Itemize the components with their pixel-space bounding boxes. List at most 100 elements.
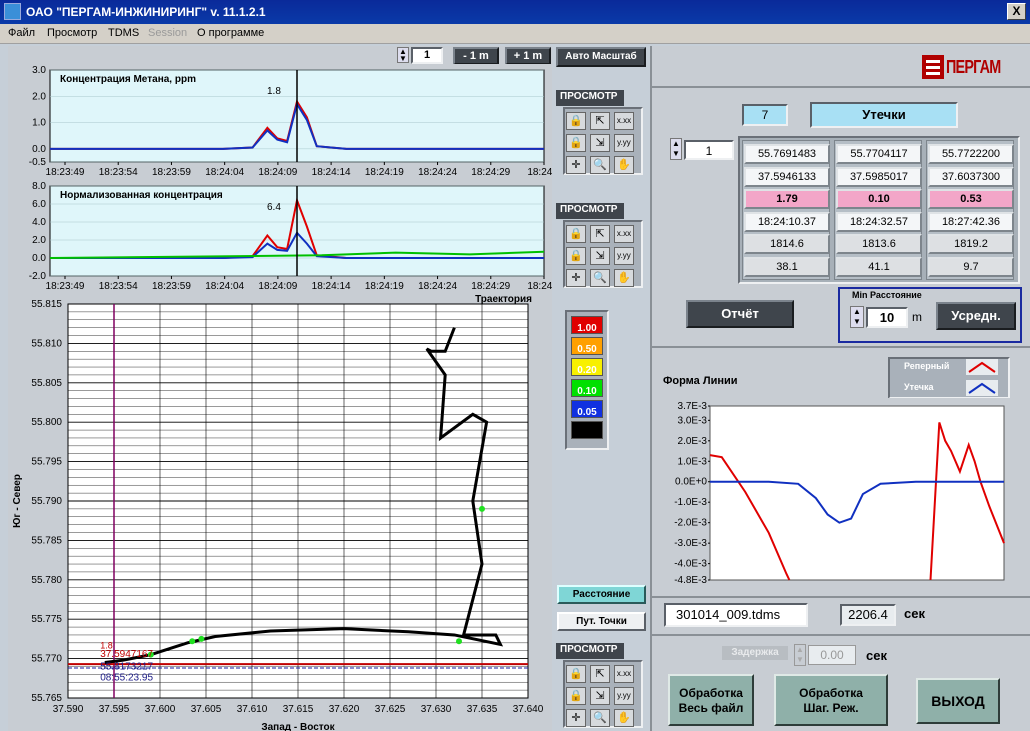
legend-swatch: 1.00: [571, 316, 603, 334]
app-icon: [4, 3, 21, 20]
waypoints-button[interactable]: Пут. Точки: [557, 612, 646, 631]
legend-leak-swatch: [966, 380, 998, 396]
file-seconds-field: 2206.4: [840, 604, 896, 626]
cursor-icon[interactable]: ✛: [566, 269, 586, 287]
y-tick-label: 55.815: [31, 299, 62, 310]
y-tick-label: 3.7E-3: [678, 401, 708, 412]
leak-lon-cell: 37.5946133: [744, 166, 830, 187]
leak-v1-cell: 1819.2: [928, 234, 1014, 254]
menu-about[interactable]: О программе: [197, 27, 264, 39]
y-tick-label: 55.780: [31, 575, 62, 586]
legend-swatch: 0.20: [571, 358, 603, 376]
legend-swatch: 0.05: [571, 400, 603, 418]
lock-y-icon[interactable]: 🔒: [566, 687, 586, 705]
pan-icon[interactable]: ✋: [614, 269, 634, 287]
min-distance-spinner[interactable]: ▲ ▼: [850, 306, 864, 328]
lock-y-icon[interactable]: 🔒: [566, 247, 586, 265]
auto-scale-button[interactable]: Авто Масштаб: [556, 47, 646, 67]
zoom-icon[interactable]: 🔍: [590, 709, 610, 727]
trajectory-chart[interactable]: 37.590 37.595 37.600 37.605 37.610 37.615 37.6…: [8, 294, 552, 731]
menu-session: Session: [148, 27, 188, 39]
x-tick-label: 18:24:19: [365, 281, 404, 292]
legend-reference-label: Реперный: [904, 361, 950, 371]
cursor-icon[interactable]: ✛: [566, 709, 586, 727]
y-tick-label: -2.0E-3: [674, 518, 707, 529]
x-tick-label: 37.635: [467, 704, 498, 715]
x-tick-label: 18:24:19: [365, 167, 404, 178]
line-form-chart[interactable]: 3.7E-3 3.0E-3 2.0E-3 1.0E-3 0.0E+0 -1.0E-3 -2.…: [660, 398, 1010, 588]
lock-x-icon[interactable]: 🔒: [566, 112, 586, 130]
min-distance-unit: m: [912, 310, 922, 324]
menu-file[interactable]: Файл: [8, 27, 35, 39]
x-tick-label: 37.615: [283, 704, 314, 715]
format-y-icon[interactable]: y.yy: [614, 247, 634, 265]
window-title: ОАО "ПЕРГАМ-ИНЖИНИРИНГ" v. 11.1.2.1: [26, 5, 266, 19]
lock-x-icon[interactable]: 🔒: [566, 225, 586, 243]
format-x-icon[interactable]: x.xx: [614, 112, 634, 130]
autoscale-x-icon[interactable]: ⇱: [590, 225, 610, 243]
leak-index-spinner[interactable]: ▲ ▼: [670, 138, 682, 160]
format-x-icon[interactable]: x.xx: [614, 665, 634, 683]
report-button[interactable]: Отчёт: [686, 300, 794, 328]
y-tick-label: 55.785: [31, 535, 62, 546]
step-spinner[interactable]: ▲ ▼: [397, 47, 409, 63]
autoscale-y-icon[interactable]: ⇲: [590, 687, 610, 705]
lock-y-icon[interactable]: 🔒: [566, 134, 586, 152]
zoom-icon[interactable]: 🔍: [590, 269, 610, 287]
format-y-icon[interactable]: y.yy: [614, 687, 634, 705]
minus-1m-button[interactable]: - 1 m: [453, 47, 499, 65]
y-tick-label: -4.8E-3: [674, 575, 707, 586]
y-tick-label: 55.805: [31, 378, 62, 389]
autoscale-y-icon[interactable]: ⇲: [590, 247, 610, 265]
y-tick-label: 0.0: [32, 144, 46, 155]
close-button[interactable]: X: [1007, 3, 1026, 20]
leak-lon-cell: 37.6037300: [928, 166, 1014, 187]
y-tick-label: 55.765: [31, 693, 62, 704]
autoscale-x-icon[interactable]: ⇱: [590, 112, 610, 130]
process-all-button[interactable]: Обработка Весь файл: [668, 674, 754, 726]
y-tick-label: 0.0: [32, 253, 46, 264]
leaks-title: Утечки: [810, 102, 958, 128]
menu-view[interactable]: Просмотр: [47, 27, 97, 39]
exit-button[interactable]: ВЫХОД: [916, 678, 1000, 724]
lock-x-icon[interactable]: 🔒: [566, 665, 586, 683]
y-tick-label: 55.810: [31, 338, 62, 349]
leak-conc-cell: 0.53: [928, 189, 1014, 209]
min-distance-input[interactable]: 10: [866, 307, 908, 328]
delay-label: Задержка: [722, 646, 788, 660]
x-tick-label: 18:24:24: [418, 281, 457, 292]
delay-unit: сек: [866, 648, 887, 663]
format-y-icon[interactable]: y.yy: [614, 134, 634, 152]
delay-input: 0.00: [808, 645, 856, 665]
x-tick-label: 37.625: [375, 704, 406, 715]
pan-icon[interactable]: ✋: [614, 709, 634, 727]
title-bar: ОАО "ПЕРГАМ-ИНЖИНИРИНГ" v. 11.1.2.1 X: [0, 0, 1030, 24]
legend-swatch: [571, 421, 603, 439]
methane-concentration-chart[interactable]: 3.0 2.0 1.0 0.0 -0.518:23:49 18:23:54 18:23:59…: [8, 64, 552, 180]
autoscale-x-icon[interactable]: ⇱: [590, 665, 610, 683]
step-input[interactable]: 1: [411, 47, 443, 64]
x-tick-label: 18:23:54: [99, 167, 138, 178]
y-tick-label: 55.790: [31, 496, 62, 507]
autoscale-y-icon[interactable]: ⇲: [590, 134, 610, 152]
y-axis-label: Юг - Север: [12, 474, 23, 528]
x-tick-label: 18:24:24: [418, 167, 457, 178]
normalized-concentration-chart[interactable]: 8.0 6.0 4.0 2.0 0.0 -2.018:23:49 18:23:54 18:23…: [8, 180, 552, 294]
cursor-icon[interactable]: ✛: [566, 156, 586, 174]
zoom-icon[interactable]: 🔍: [590, 156, 610, 174]
process-step-button[interactable]: Обработка Шаг. Реж.: [774, 674, 888, 726]
distance-button[interactable]: Расстояние: [557, 585, 646, 604]
average-button[interactable]: Усредн.: [936, 302, 1016, 330]
y-tick-label: 55.800: [31, 417, 62, 428]
leak-index-input[interactable]: 1: [684, 140, 734, 160]
x-tick-label: 18:23:54: [99, 281, 138, 292]
plus-1m-button[interactable]: + 1 m: [505, 47, 551, 65]
menu-tdms[interactable]: TDMS: [108, 27, 139, 39]
line-form-title: Форма Линии: [663, 375, 738, 387]
y-tick-label: -1.0E-3: [674, 497, 707, 508]
format-x-icon[interactable]: x.xx: [614, 225, 634, 243]
pan-icon[interactable]: ✋: [614, 156, 634, 174]
leak-lat-cell: 55.7704117: [836, 144, 922, 164]
min-distance-label: Min Расстояние: [852, 290, 922, 300]
plot-area: [709, 405, 1005, 581]
